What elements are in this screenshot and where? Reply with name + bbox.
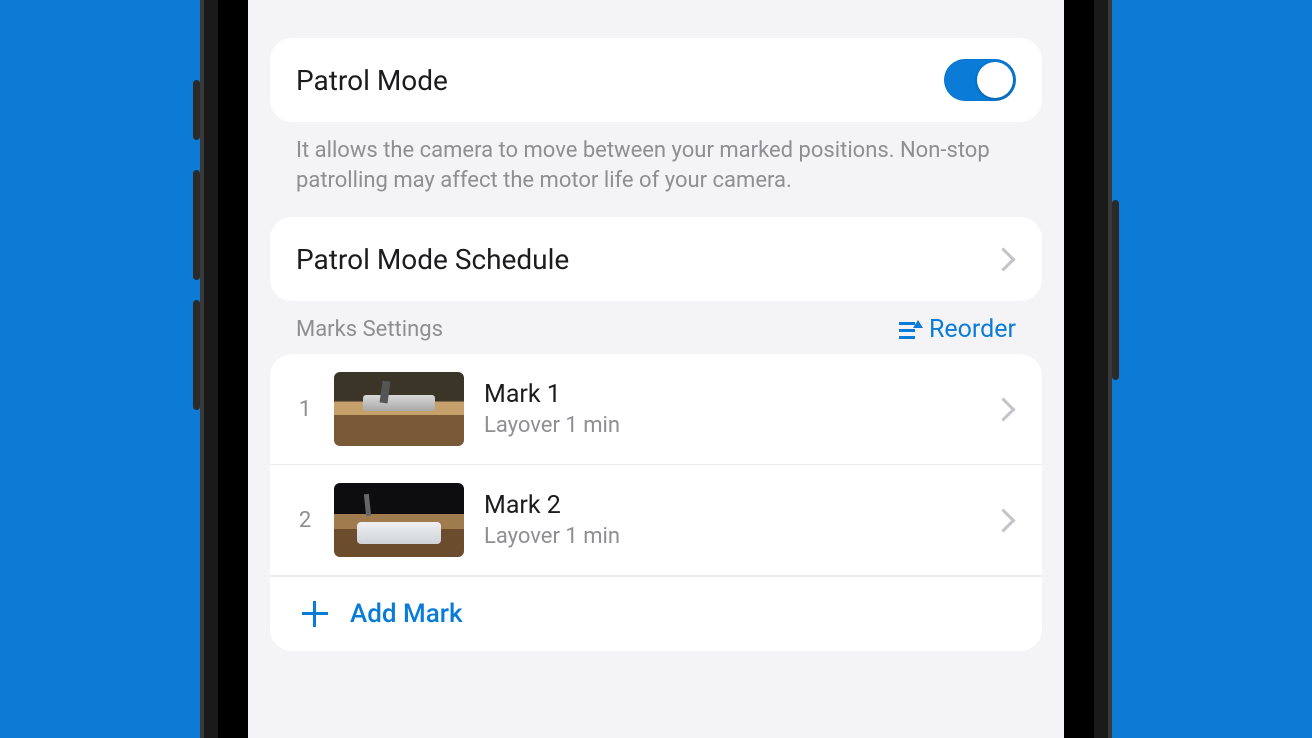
reorder-button[interactable]: Reorder: [899, 315, 1016, 344]
phone-side-button: [193, 80, 200, 140]
patrol-mode-toggle[interactable]: [944, 59, 1016, 101]
plus-icon: [302, 601, 328, 627]
toggle-knob: [977, 62, 1013, 98]
mark-row[interactable]: 2 Mark 2 Layover 1 min: [270, 465, 1042, 576]
add-mark-label: Add Mark: [350, 599, 463, 629]
chevron-right-icon: [991, 247, 1015, 271]
chevron-right-icon: [991, 397, 1015, 421]
mark-index: 1: [296, 397, 314, 422]
mark-row[interactable]: 1 Mark 1 Layover 1 min: [270, 354, 1042, 465]
mark-name: Mark 1: [484, 380, 620, 409]
mark-index: 2: [296, 508, 314, 533]
patrol-mode-card: Patrol Mode: [270, 38, 1042, 122]
mark-layover: Layover 1 min: [484, 413, 620, 438]
mark-name: Mark 2: [484, 491, 620, 520]
page-background: Patrol Mode It allows the camera to move…: [0, 0, 1312, 738]
mark-thumbnail: [334, 483, 464, 557]
reorder-icon: [899, 320, 923, 340]
settings-content: Patrol Mode It allows the camera to move…: [248, 38, 1064, 651]
mark-text: Mark 2 Layover 1 min: [484, 491, 620, 549]
patrol-mode-description: It allows the camera to move between you…: [270, 122, 1042, 217]
phone-power-button: [1112, 200, 1119, 380]
phone-volume-up: [193, 170, 200, 280]
patrol-schedule-card: Patrol Mode Schedule: [270, 217, 1042, 301]
mark-thumbnail: [334, 372, 464, 446]
phone-volume-down: [193, 300, 200, 410]
phone-bezel: Patrol Mode It allows the camera to move…: [218, 0, 1094, 738]
phone-frame: Patrol Mode It allows the camera to move…: [200, 0, 1112, 738]
marks-section-header: Marks Settings Reorder: [270, 301, 1042, 354]
phone-screen: Patrol Mode It allows the camera to move…: [248, 0, 1064, 738]
mark-layover: Layover 1 min: [484, 524, 620, 549]
patrol-schedule-row[interactable]: Patrol Mode Schedule: [296, 217, 1016, 301]
marks-list: 1 Mark 1 Layover 1 min 2: [270, 354, 1042, 651]
patrol-mode-row[interactable]: Patrol Mode: [296, 38, 1016, 122]
marks-section-label: Marks Settings: [296, 317, 443, 342]
reorder-label: Reorder: [929, 315, 1016, 344]
patrol-schedule-label: Patrol Mode Schedule: [296, 243, 569, 276]
patrol-mode-title: Patrol Mode: [296, 64, 448, 97]
chevron-right-icon: [991, 508, 1015, 532]
mark-text: Mark 1 Layover 1 min: [484, 380, 620, 438]
add-mark-row[interactable]: Add Mark: [270, 576, 1042, 651]
